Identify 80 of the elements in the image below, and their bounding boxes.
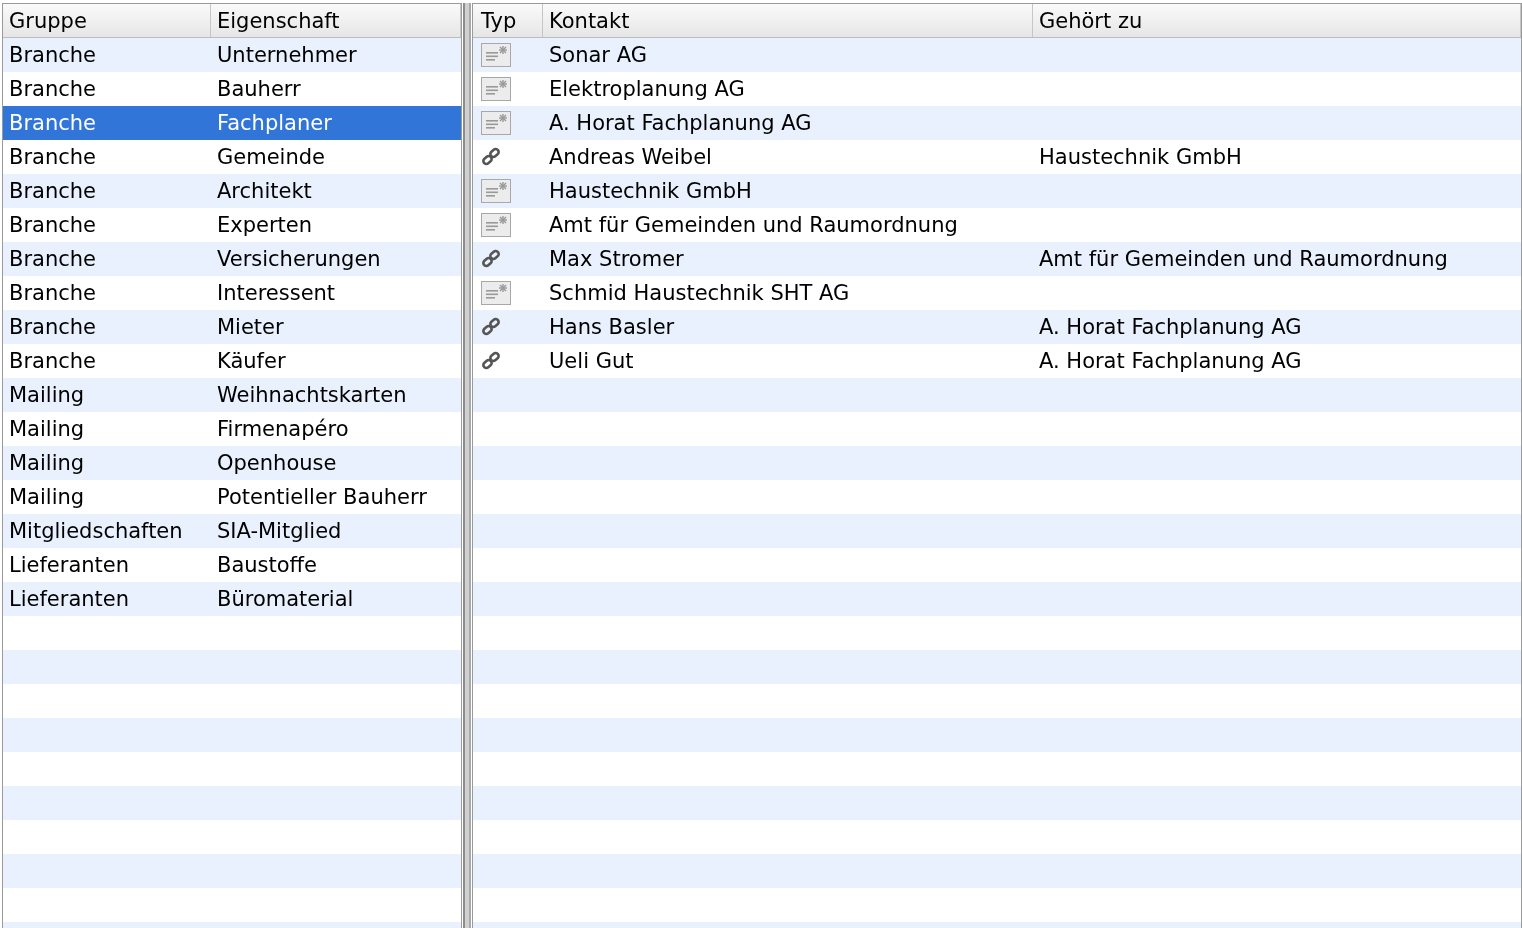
table-cell-text: Weihnachtskarten	[216, 382, 408, 409]
column-header[interactable]: Gruppe	[3, 4, 211, 37]
table-cell-text: Mailing	[8, 484, 86, 511]
table-row[interactable]: Mailing Firmenapéro	[3, 412, 461, 446]
table-cell-text: A. Horat Fachplanung AG	[548, 110, 813, 137]
table-cell-text: Max Stromer	[548, 246, 685, 273]
card-icon	[481, 213, 511, 237]
table-row[interactable]: Branche Architekt	[3, 174, 461, 208]
card-icon	[481, 77, 511, 101]
table-cell-text: Branche	[8, 212, 97, 239]
table-cell-text: Branche	[8, 110, 97, 137]
table-cell-text: Architekt	[216, 178, 313, 205]
table-row[interactable]: Branche Fachplaner	[3, 106, 461, 140]
card-icon	[481, 281, 511, 305]
table-cell-text: A. Horat Fachplanung AG	[1038, 314, 1303, 341]
column-header[interactable]: Kontakt	[543, 4, 1033, 37]
column-header[interactable]: Typ	[473, 4, 543, 37]
table-cell-text: Interessent	[216, 280, 337, 307]
table-cell-text: Fachplaner	[216, 110, 333, 137]
table-cell-text: Baustoffe	[216, 552, 318, 579]
table-cell-text: Branche	[8, 348, 97, 375]
table-cell-text: Bauherr	[216, 76, 302, 103]
link-icon	[481, 350, 501, 372]
table-cell-text: Andreas Weibel	[548, 144, 713, 171]
table-row[interactable]: Branche Bauherr	[3, 72, 461, 106]
table-cell-text: Lieferanten	[8, 552, 131, 579]
table-cell-text: Openhouse	[216, 450, 338, 477]
table-row[interactable]: Mailing Weihnachtskarten	[3, 378, 461, 412]
table-cell-text: Branche	[8, 144, 97, 171]
table-cell-text: A. Horat Fachplanung AG	[1038, 348, 1303, 375]
table-cell-text: Firmenapéro	[216, 416, 350, 443]
table-cell-text: Amt für Gemeinden und Raumordnung	[1038, 246, 1449, 273]
table-cell-text: Mailing	[8, 416, 86, 443]
table-row[interactable]: Branche Versicherungen	[3, 242, 461, 276]
table-cell-text: Branche	[8, 280, 97, 307]
table-cell-text: Elektroplanung AG	[548, 76, 746, 103]
link-icon	[481, 146, 501, 168]
table-row[interactable]: Branche Interessent	[3, 276, 461, 310]
table-cell-text: Branche	[8, 246, 97, 273]
table-cell-text: Gemeinde	[216, 144, 326, 171]
table-cell-text: Büromaterial	[216, 586, 355, 613]
table-row[interactable]: Mailing Openhouse	[3, 446, 461, 480]
table-row[interactable]: Branche Mieter	[3, 310, 461, 344]
table-cell-text: Sonar AG	[548, 42, 648, 69]
column-header[interactable]: Eigenschaft	[211, 4, 461, 37]
table-cell-text: Haustechnik GmbH	[1038, 144, 1243, 171]
table-row[interactable]: Mailing Potentieller Bauherr	[3, 480, 461, 514]
card-icon	[481, 179, 511, 203]
table-cell-text: Ueli Gut	[548, 348, 635, 375]
table-cell-text: Mitgliedschaften	[8, 518, 184, 545]
table-cell-text: Hans Basler	[548, 314, 676, 341]
column-header[interactable]: Gehört zu	[1033, 4, 1521, 37]
table-cell-text: Branche	[8, 76, 97, 103]
link-icon	[481, 316, 501, 338]
table-cell-text: Versicherungen	[216, 246, 382, 273]
table-cell-text: Branche	[8, 178, 97, 205]
card-icon	[481, 43, 511, 67]
table-cell-text: SIA-Mitglied	[216, 518, 343, 545]
table-cell-text: Potentieller Bauherr	[216, 484, 428, 511]
table-cell-text: Haustechnik GmbH	[548, 178, 753, 205]
table-cell-text: Amt für Gemeinden und Raumordnung	[548, 212, 959, 239]
table-row[interactable]: Branche Gemeinde	[3, 140, 461, 174]
table-cell-text: Branche	[8, 314, 97, 341]
table-row[interactable]: Lieferanten Büromaterial	[3, 582, 461, 616]
table-cell-text: Lieferanten	[8, 586, 131, 613]
table-cell-text: Mieter	[216, 314, 285, 341]
table-cell-text: Mailing	[8, 382, 86, 409]
table-row[interactable]: Branche Unternehmer	[3, 38, 461, 72]
table-cell-text: Schmid Haustechnik SHT AG	[548, 280, 851, 307]
table-row[interactable]: Mitgliedschaften SIA-Mitglied	[3, 514, 461, 548]
table-cell-text: Mailing	[8, 450, 86, 477]
table-cell-text: Branche	[8, 42, 97, 69]
table-row[interactable]: Branche Experten	[3, 208, 461, 242]
table-cell-text: Unternehmer	[216, 42, 358, 69]
table-cell-text: Käufer	[216, 348, 287, 375]
table-cell-text: Experten	[216, 212, 314, 239]
card-icon	[481, 111, 511, 135]
table-row[interactable]: Branche Käufer	[3, 344, 461, 378]
table-row[interactable]: Lieferanten Baustoffe	[3, 548, 461, 582]
link-icon	[481, 248, 501, 270]
